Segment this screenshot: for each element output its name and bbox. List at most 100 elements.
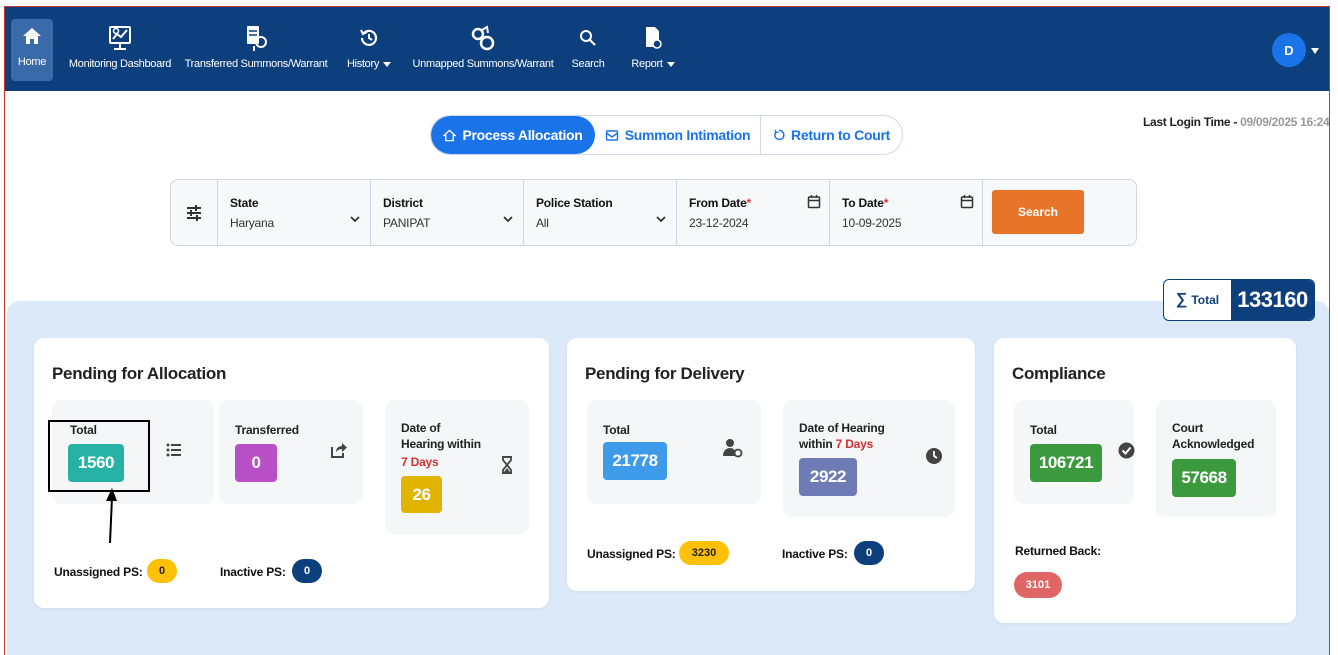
last-login-time: Last Login Time - 09/09/2025 16:24:34 [1143,115,1329,129]
check-circle-icon [1118,442,1135,459]
required-mark: * [883,196,889,210]
delivery-hearing-value: 2922 [799,458,857,496]
search-button[interactable]: Search [992,190,1084,234]
from-date-value: 23-12-2024 [689,216,749,230]
unmapped-icon [469,21,497,55]
from-date-label-wrap: From Date* [689,196,817,210]
allocation-inactive-label: Inactive PS: [220,565,286,579]
pending-delivery-title: Pending for Delivery [585,364,745,383]
compliance-returned-value[interactable]: 3101 [1014,572,1062,598]
chevron-down-icon [350,216,360,223]
state-select[interactable]: State Haryana [218,180,371,245]
grand-total-label-wrap: ∑ Total [1164,280,1231,320]
police-station-label: Police Station [536,196,613,210]
nav-history[interactable]: History [342,21,396,81]
from-date-field[interactable]: From Date* 23-12-2024 [677,180,830,245]
delivery-hearing-label-2: within [799,437,833,451]
district-label: District [383,196,423,210]
process-tabs: Process Allocation Summon Intimation Ret… [430,115,903,155]
calendar-icon[interactable] [960,194,974,209]
delivery-total-label: Total [603,423,630,437]
tab-process-allocation[interactable]: Process Allocation [431,116,595,154]
nav-home-label: Home [17,56,47,68]
nav-search-label: Search [571,58,605,70]
tab-process-allocation-label: Process Allocation [462,127,583,143]
app-frame: Home Monitoring Dashboard Transferred Su… [4,6,1330,655]
to-date-value: 10-09-2025 [842,216,902,230]
delivery-hearing-tile[interactable]: Date of Hearing within 7 Days 2922 [783,400,955,517]
annotation-arrow-icon [106,488,117,544]
allocation-hearing-label-2: Hearing within [401,437,481,451]
allocation-transferred-label: Transferred [235,423,299,437]
compliance-returned-label: Returned Back: [1015,544,1101,558]
search-icon [579,21,597,55]
hourglass-icon [502,456,512,474]
tab-return-to-court[interactable]: Return to Court [761,116,902,154]
allocation-unassigned-label: Unassigned PS: [54,565,143,579]
grand-total-badge: ∑ Total 133160 [1163,279,1315,321]
allocation-hearing-value: 26 [401,476,442,513]
district-value: PANIPAT [383,216,431,230]
last-login-label: Last Login Time - [1143,115,1238,129]
tab-return-to-court-label: Return to Court [791,127,890,143]
home-outline-icon [443,129,457,141]
pending-delivery-card: Pending for Delivery Total 21778 Date of… [567,338,975,591]
allocation-transferred-value: 0 [235,444,277,482]
delivery-unassigned-value[interactable]: 3230 [679,541,729,565]
state-label: State [230,196,259,210]
delivery-inactive-label: Inactive PS: [782,547,848,561]
nav-report-label-wrap: Report [631,58,675,70]
to-date-label: To Date [842,196,884,210]
delivery-total-value: 21778 [603,442,667,480]
clock-icon [926,448,942,464]
avatar-chevron-down-icon[interactable] [1311,48,1319,54]
user-avatar[interactable]: D [1272,33,1306,67]
compliance-total-label: Total [1030,423,1057,437]
nav-history-label-wrap: History [347,58,392,70]
allocation-transferred-tile[interactable]: Transferred 0 [219,400,363,504]
nav-search[interactable]: Search [568,21,608,81]
report-icon [643,21,663,55]
compliance-court-label-1: Court [1172,421,1203,435]
chevron-down-icon [666,61,675,67]
tab-summon-intimation[interactable]: Summon Intimation [595,116,761,154]
chevron-down-icon [656,216,666,223]
allocation-unassigned-value[interactable]: 0 [147,559,177,583]
calendar-icon[interactable] [807,194,821,209]
allocation-hearing-tile[interactable]: Date of Hearing within 7 Days 26 [385,400,529,534]
delivery-inactive-value[interactable]: 0 [854,541,884,565]
compliance-title: Compliance [1012,364,1106,383]
chevron-down-icon [503,216,513,223]
delivery-total-tile[interactable]: Total 21778 [587,400,761,504]
chevron-down-icon [383,61,392,67]
from-date-label: From Date [689,196,747,210]
nav-report[interactable]: Report [629,21,677,81]
nav-report-label: Report [631,58,663,70]
share-icon [331,443,347,458]
grand-total-value: 133160 [1231,280,1314,320]
to-date-field[interactable]: To Date* 10-09-2025 [830,180,983,245]
transfer-document-icon [244,21,268,55]
state-value: Haryana [230,216,274,230]
to-date-label-wrap: To Date* [842,196,970,210]
nav-transferred-summons[interactable]: Transferred Summons/Warrant [185,21,328,81]
allocation-hearing-label-1: Date of [401,421,441,435]
district-select[interactable]: District PANIPAT [371,180,524,245]
required-mark: * [746,196,752,210]
nav-unmapped-label: Unmapped Summons/Warrant [412,58,554,70]
nav-monitoring-dashboard[interactable]: Monitoring Dashboard [69,21,171,81]
allocation-inactive-value[interactable]: 0 [292,559,322,583]
compliance-total-value: 106721 [1030,444,1102,482]
nav-home[interactable]: Home [11,19,53,81]
compliance-court-tile[interactable]: Court Acknowledged 57668 [1156,400,1276,517]
compliance-total-tile[interactable]: Total 106721 [1014,400,1135,504]
nav-transferred-label: Transferred Summons/Warrant [184,58,328,70]
allocation-hearing-days: 7 Days [401,455,439,469]
envelope-icon [605,130,618,141]
monitoring-icon [107,21,133,55]
history-icon [358,21,380,55]
police-station-select[interactable]: Police Station All [524,180,677,245]
delivery-hearing-label-wrap: within 7 Days [799,436,873,452]
nav-unmapped-summons[interactable]: Unmapped Summons/Warrant [413,21,554,81]
filter-sliders-icon[interactable] [171,180,218,245]
